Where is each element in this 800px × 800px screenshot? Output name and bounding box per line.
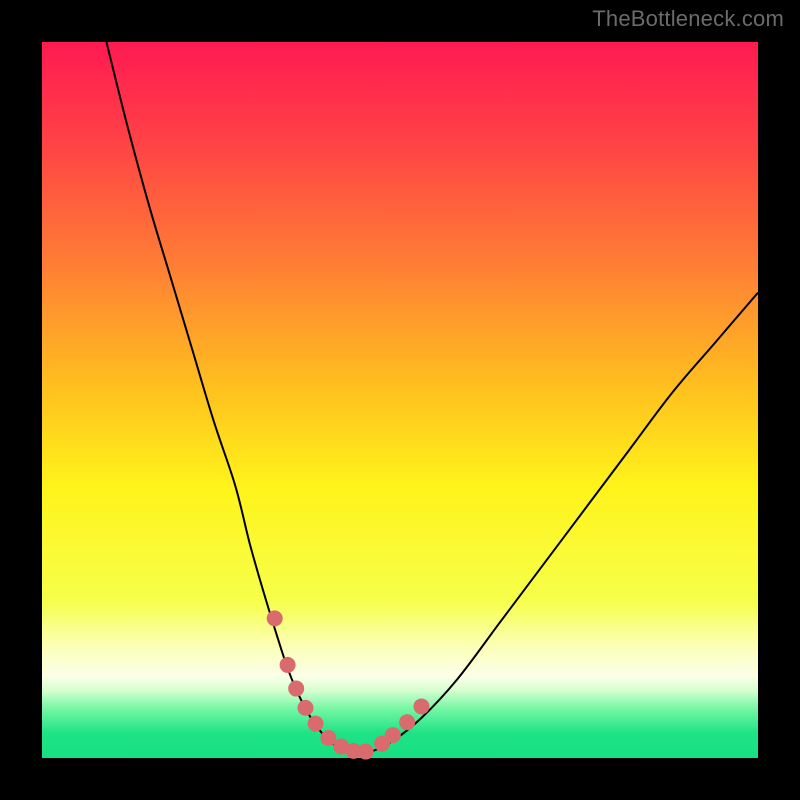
chart-frame: TheBottleneck.com xyxy=(0,0,800,800)
chart-svg xyxy=(42,42,758,758)
marker-dot xyxy=(297,700,313,716)
marker-dot xyxy=(267,610,283,626)
marker-dot xyxy=(358,744,374,760)
marker-dot xyxy=(280,657,296,673)
marker-dot xyxy=(288,681,304,697)
watermark-text: TheBottleneck.com xyxy=(592,6,784,32)
marker-dot xyxy=(399,714,415,730)
marker-dot xyxy=(308,716,324,732)
bottleneck-curve xyxy=(106,42,758,754)
marker-dot xyxy=(385,727,401,743)
marker-dot xyxy=(413,698,429,714)
highlight-markers xyxy=(267,610,430,759)
